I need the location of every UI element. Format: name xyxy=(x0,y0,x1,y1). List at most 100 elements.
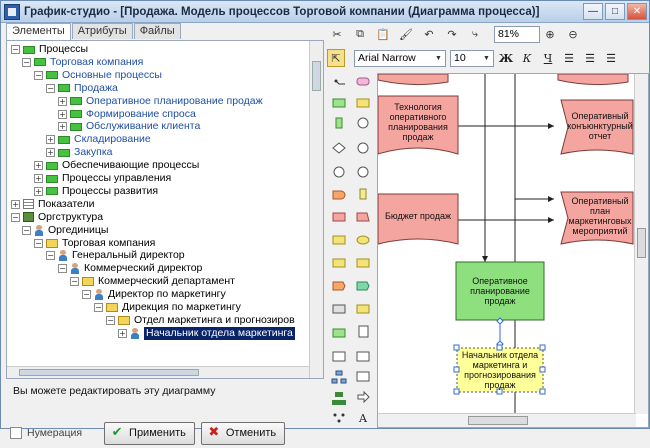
hierarchy-icon[interactable] xyxy=(331,370,347,384)
tree-node[interactable]: − Процессы xyxy=(11,43,88,56)
tree-vertical-scrollbar[interactable] xyxy=(309,41,323,378)
collapse-icon[interactable]: − xyxy=(46,251,55,261)
tree-node[interactable]: − Директор по маркетингу xyxy=(82,288,226,301)
tree-hscroll-thumb[interactable] xyxy=(19,369,199,376)
collapse-icon[interactable]: − xyxy=(46,83,55,93)
tree-node[interactable]: − Коммерческий директор xyxy=(58,262,202,275)
yellow-ellipse-icon[interactable] xyxy=(356,235,370,245)
pointer-tool-icon[interactable]: ⇱ xyxy=(327,49,345,67)
close-button[interactable]: ✕ xyxy=(627,3,647,20)
diagram-canvas[interactable]: Технология оперативного планирования про… xyxy=(377,73,649,428)
container-icon[interactable] xyxy=(332,351,346,362)
title-bar[interactable]: График-студио - [Продажа. Модель процесс… xyxy=(1,1,649,23)
format-painter-icon[interactable]: 🖌 xyxy=(396,25,416,43)
cut-icon[interactable]: ✂ xyxy=(327,25,347,43)
collapse-icon[interactable]: − xyxy=(11,212,20,222)
expand-icon[interactable]: + xyxy=(46,135,55,145)
tree-node[interactable]: − Основные процессы xyxy=(34,69,162,82)
font-size-select[interactable]: 10 ▼ xyxy=(450,49,494,67)
tree-node[interactable]: + Обеспечивающие процессы xyxy=(34,159,199,172)
note-rect-icon[interactable] xyxy=(356,304,370,314)
decision-icon[interactable] xyxy=(332,142,346,154)
tree-node[interactable]: − Дирекция по маркетингу xyxy=(94,301,241,314)
expand-icon[interactable]: + xyxy=(34,174,43,183)
expand-icon[interactable]: + xyxy=(34,161,43,171)
zoom-out-icon[interactable]: ⊖ xyxy=(563,25,583,43)
tree-vscroll-thumb[interactable] xyxy=(312,61,321,91)
xor-gate-icon[interactable] xyxy=(357,142,369,154)
tree-node[interactable]: − Торговая компания xyxy=(22,56,143,69)
expand-icon[interactable]: + xyxy=(118,328,127,338)
tree-node[interactable]: + Процессы управления xyxy=(34,172,171,185)
document-shape-icon[interactable] xyxy=(332,212,346,222)
tree-node[interactable]: − Оргструктура xyxy=(11,211,103,224)
yellow-rect-icon[interactable] xyxy=(332,235,346,245)
doc-shape-top-left[interactable] xyxy=(378,74,449,86)
frame-icon[interactable] xyxy=(356,351,370,362)
tree-node[interactable]: − Генеральный директор xyxy=(46,249,185,262)
copy-icon[interactable]: ⧉ xyxy=(350,25,370,43)
paste-icon[interactable]: 📋 xyxy=(373,25,393,43)
collapse-icon[interactable]: − xyxy=(70,277,79,287)
align-right-icon[interactable]: ☰ xyxy=(602,50,620,67)
narrow-shape-icon[interactable] xyxy=(359,188,367,200)
zoom-in-icon[interactable]: ⊕ xyxy=(540,25,560,43)
cancel-button[interactable]: ✖ Отменить xyxy=(200,421,286,445)
small-process-icon[interactable] xyxy=(335,117,343,129)
connector-tool-icon[interactable] xyxy=(334,79,346,85)
grey-rect-icon[interactable] xyxy=(332,304,346,314)
or-gate-icon[interactable] xyxy=(357,166,369,178)
undo-icon[interactable]: ↶ xyxy=(419,25,439,43)
canvas-vertical-scrollbar[interactable] xyxy=(634,74,648,414)
process-shape-icon[interactable] xyxy=(332,98,346,108)
expand-icon[interactable]: + xyxy=(58,122,67,132)
collapse-icon[interactable]: − xyxy=(34,238,43,248)
tab-attributes[interactable]: Атрибуты xyxy=(71,23,133,39)
flow-arrow-icon[interactable] xyxy=(357,390,370,404)
tree-node[interactable]: − Торговая компания xyxy=(34,237,155,250)
underline-button[interactable]: Ч xyxy=(539,50,557,67)
collapse-icon[interactable]: − xyxy=(22,57,31,67)
org-chart-icon[interactable] xyxy=(332,392,346,405)
collapse-icon[interactable]: − xyxy=(22,225,31,235)
shape-palette[interactable]: A xyxy=(327,73,375,428)
tree-node[interactable]: + Складирование xyxy=(46,133,151,146)
expand-icon[interactable]: + xyxy=(58,109,67,119)
collapse-icon[interactable]: − xyxy=(34,70,43,80)
subprocess-icon[interactable] xyxy=(332,328,346,338)
maximize-button[interactable]: □ xyxy=(605,3,625,20)
text-tool-icon[interactable]: A xyxy=(358,412,368,425)
minimize-button[interactable]: — xyxy=(583,3,603,20)
tree-horizontal-scrollbar[interactable] xyxy=(7,366,309,378)
align-left-icon[interactable]: ☰ xyxy=(560,50,578,67)
collapse-icon[interactable]: − xyxy=(11,45,20,54)
info-rect-2-icon[interactable] xyxy=(356,258,370,268)
tab-files[interactable]: Файлы xyxy=(133,23,181,39)
collapse-icon[interactable]: − xyxy=(82,290,91,300)
collapse-icon[interactable]: − xyxy=(106,315,115,325)
tree-node[interactable]: − Коммерческий департамент xyxy=(70,275,235,288)
tree-node[interactable]: + Обслуживание клиента xyxy=(58,120,200,133)
tree-node[interactable]: − Оргединицы xyxy=(22,224,108,237)
collapse-icon[interactable]: − xyxy=(58,264,67,274)
collapse-icon[interactable]: − xyxy=(94,303,103,312)
tree-node[interactable]: + Формирование спроса xyxy=(58,108,196,121)
tree-node[interactable]: + Начальник отдела маркетинга xyxy=(118,326,295,340)
tree-node[interactable]: + Оперативное планирование продаж xyxy=(58,95,263,108)
data-shape-icon[interactable] xyxy=(356,212,370,222)
bold-button[interactable]: Ж xyxy=(497,50,515,67)
canvas-horizontal-scrollbar[interactable] xyxy=(378,413,636,427)
doc-shape-top-right[interactable] xyxy=(557,74,629,86)
page-icon[interactable] xyxy=(358,325,369,338)
tree-node[interactable]: − Продажа xyxy=(46,82,118,95)
tree-node[interactable]: − Отдел маркетинга и прогнозиров xyxy=(106,314,295,327)
tab-elements[interactable]: Элементы xyxy=(6,23,71,40)
align-center-icon[interactable]: ☰ xyxy=(581,50,599,67)
zoom-select[interactable]: 81% xyxy=(494,25,540,43)
scatter-icon[interactable] xyxy=(333,413,345,423)
italic-button[interactable]: К xyxy=(518,50,536,67)
green-arrow-shape-icon[interactable] xyxy=(356,281,370,291)
arrow-shape-icon[interactable] xyxy=(332,281,346,291)
element-tree[interactable]: − Процессы − Торговая компания − Основные про… xyxy=(6,40,324,379)
expand-icon[interactable]: + xyxy=(46,148,55,158)
